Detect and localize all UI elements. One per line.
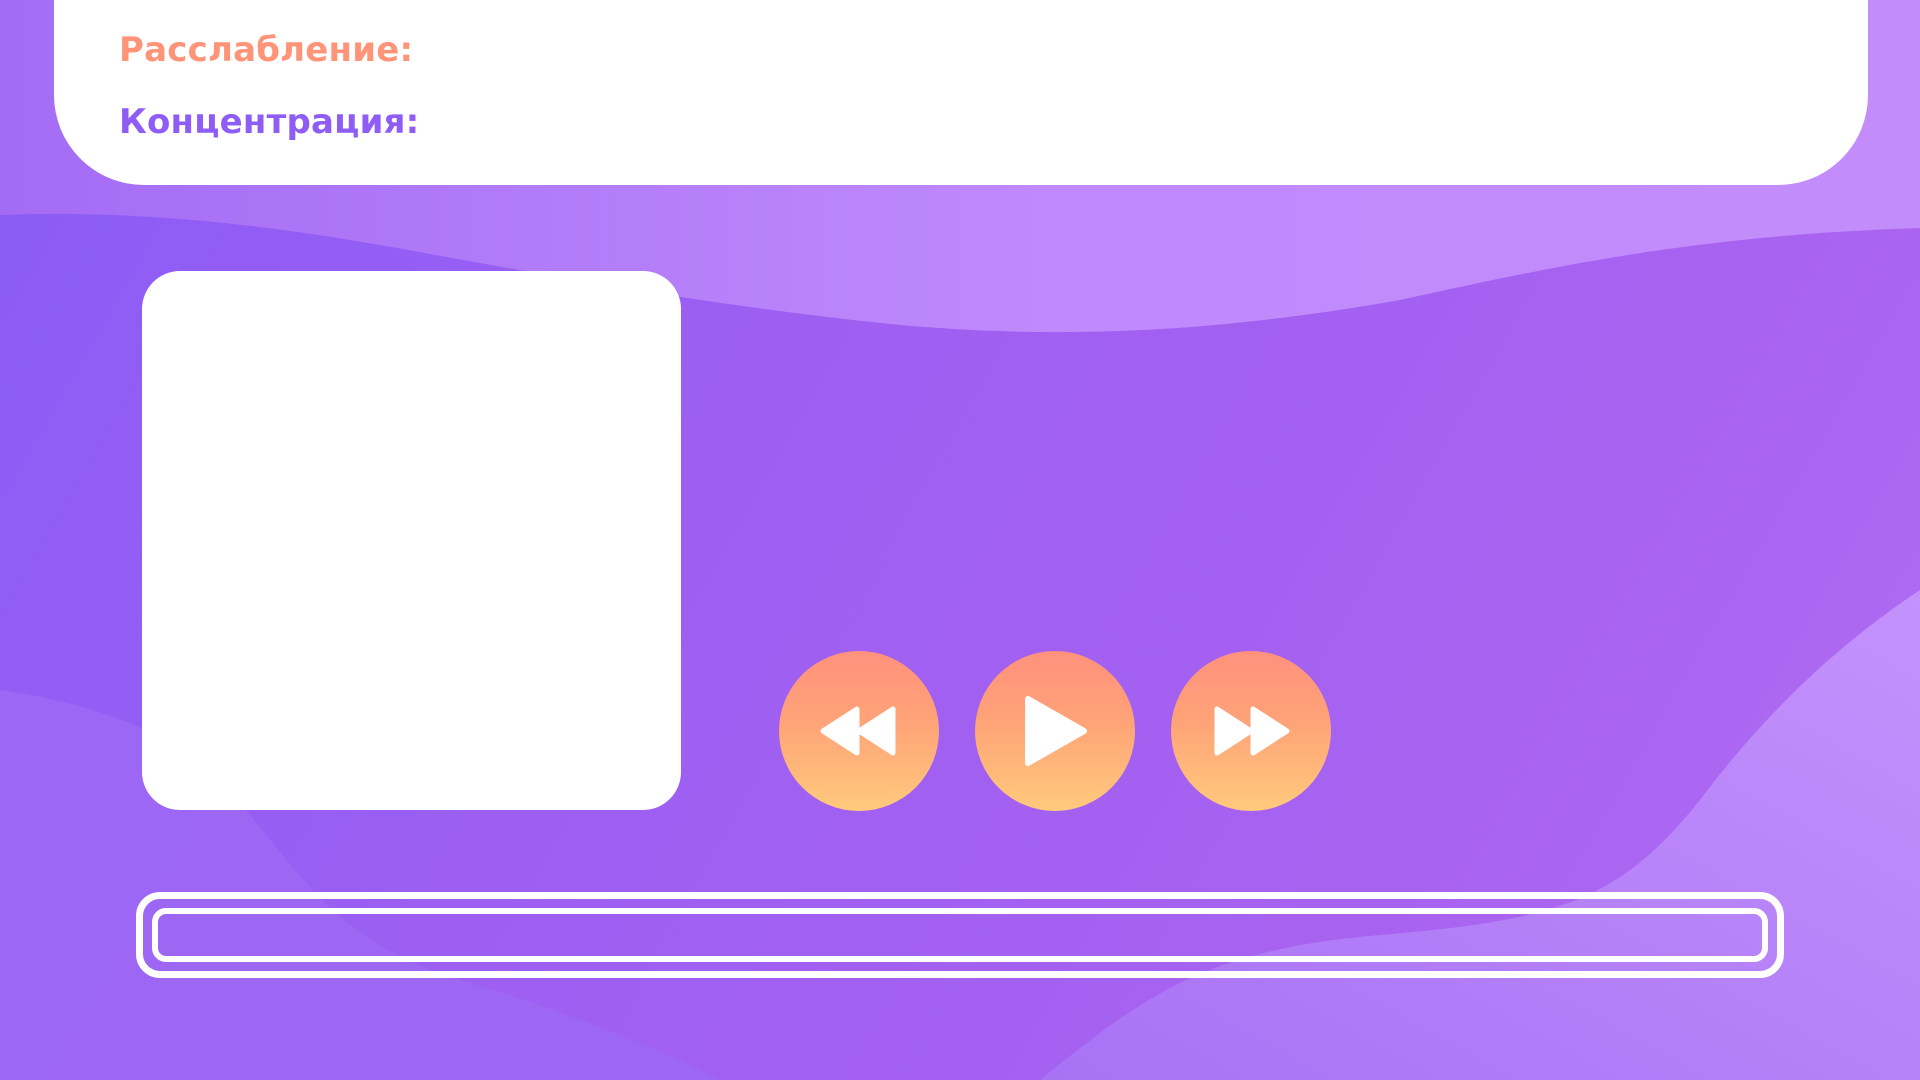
rewind-button[interactable] [779, 651, 939, 811]
play-icon [1025, 696, 1087, 766]
info-card [54, 0, 1868, 185]
concentration-label: Концентрация: [119, 102, 420, 142]
progress-track [152, 908, 1768, 962]
rewind-icon [820, 706, 896, 756]
play-button[interactable] [975, 651, 1135, 811]
progress-bar[interactable] [136, 892, 1784, 978]
relaxation-label: Расслабление: [119, 30, 414, 70]
fast-forward-icon [1214, 706, 1290, 756]
fast-forward-button[interactable] [1171, 651, 1331, 811]
cover-art-placeholder [142, 271, 681, 810]
